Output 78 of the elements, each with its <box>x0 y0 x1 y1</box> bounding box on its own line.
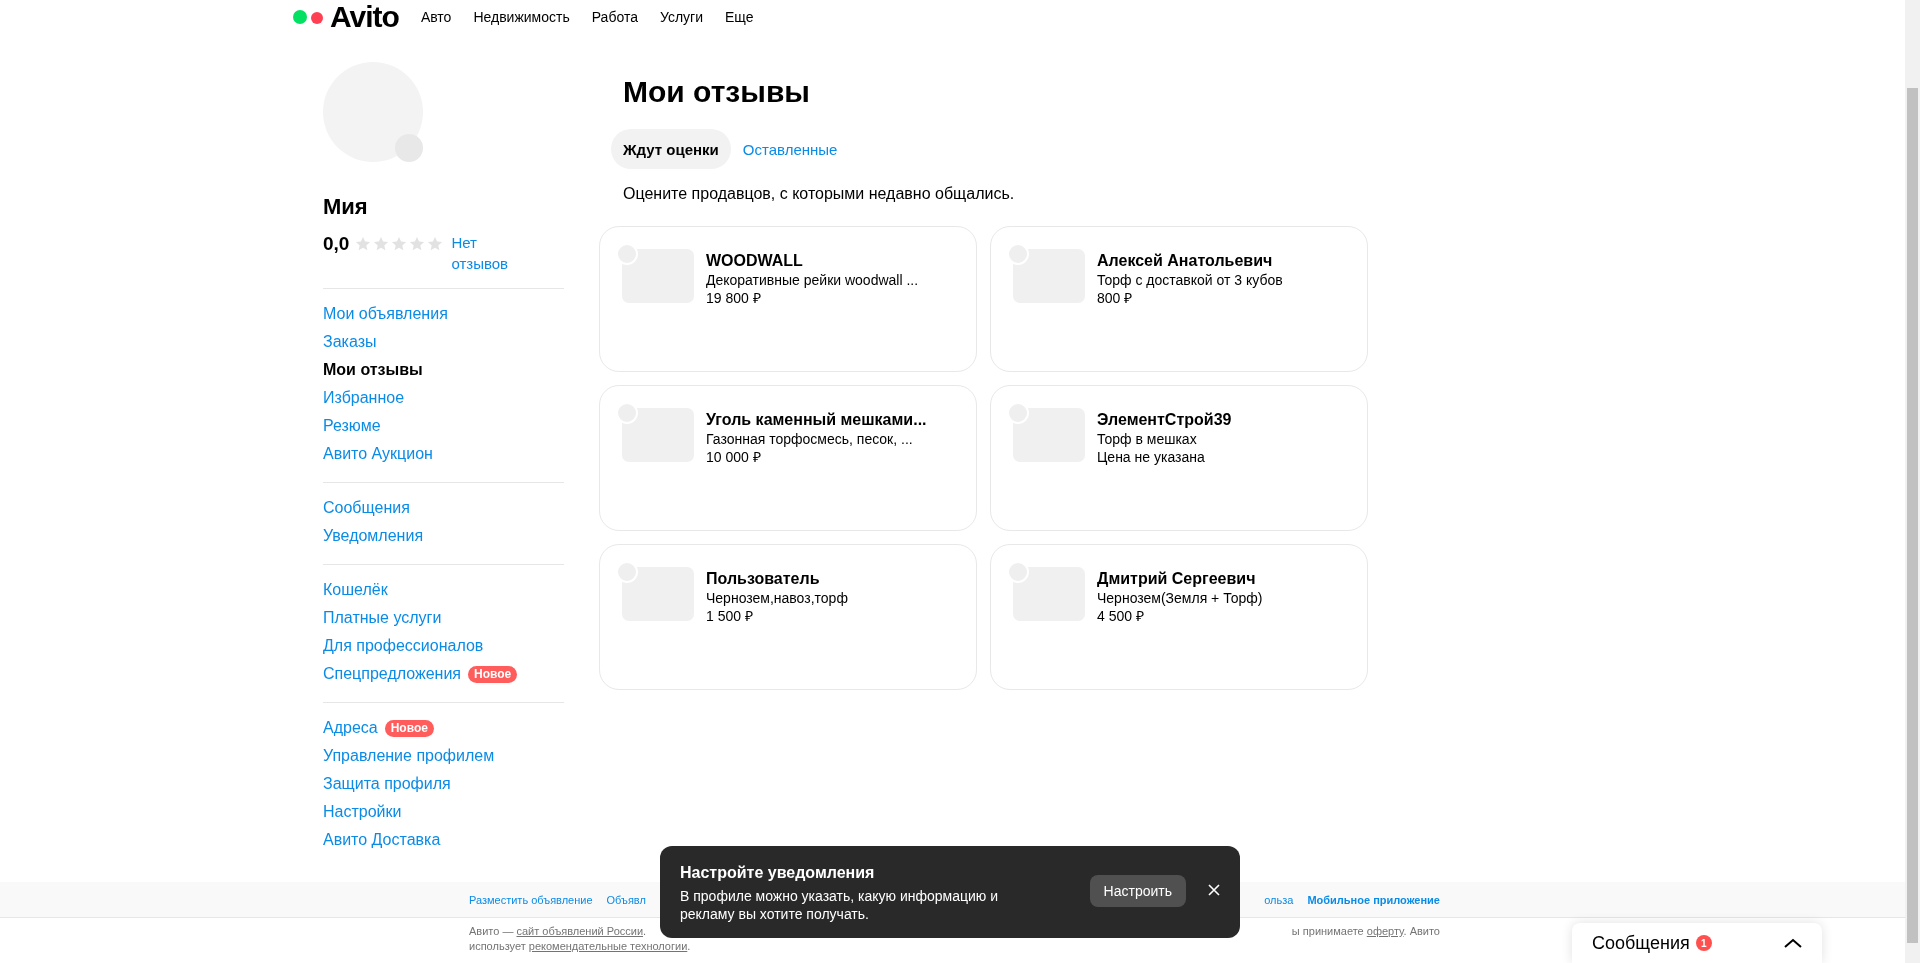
item-title: Газонная торфосмесь, песок, ... <box>706 430 914 448</box>
legal-text: использует рекомендательные технологии. <box>469 940 691 952</box>
sidebar-item[interactable]: Авито Доставка <box>323 831 441 849</box>
nav-link[interactable]: Авто <box>420 8 452 26</box>
item-price: 4 500 ₽ <box>1097 607 1145 625</box>
sidebar-item[interactable]: Управление профилем <box>323 747 495 765</box>
item-price: 1 500 ₽ <box>706 607 754 625</box>
seller-card[interactable]: WOODWALL Декоративные рейки woodwall ... 19 800 ₽ <box>599 226 977 372</box>
scrollbar-thumb[interactable] <box>1907 88 1918 943</box>
seller-name: WOODWALL <box>706 251 804 271</box>
toast-title: Настройте уведомления <box>680 863 876 883</box>
nav-link[interactable]: Услуги <box>659 8 703 26</box>
sidebar-item[interactable]: Платные услуги <box>323 609 442 627</box>
seller-name: ЭлементСтрой39 <box>1097 410 1232 430</box>
seller-card[interactable]: ЭлементСтрой39 Торф в мешках Цена не указана <box>990 385 1368 531</box>
sidebar-item[interactable]: Сообщения <box>323 499 410 517</box>
unread-count-badge: 1 <box>1695 935 1712 951</box>
star-icon <box>355 236 372 252</box>
item-price: 19 800 ₽ <box>706 289 762 307</box>
chevron-up-icon[interactable] <box>1784 938 1802 948</box>
seller-name: Пользователь <box>706 569 821 589</box>
legal-link[interactable]: оферту <box>1366 925 1404 937</box>
sidebar-item[interactable]: Защита профиля <box>323 775 451 793</box>
legal-text: ы принимаете оферту. Авито <box>1291 924 1440 939</box>
nav-link[interactable]: Работа <box>591 8 638 26</box>
sidebar-item[interactable]: Спецпредложения <box>323 665 461 683</box>
item-title: Торф с доставкой от 3 кубов <box>1097 271 1283 289</box>
seller-name: Алексей Анатольевич <box>1097 251 1274 271</box>
sidebar-item[interactable]: Заказы <box>323 333 377 351</box>
seller-name: Уголь каменный мешками... <box>706 410 927 430</box>
review-tab[interactable]: Оставленные <box>730 129 850 169</box>
description-text: Оцените продавцов, с которыми недавно общались. <box>623 185 1016 203</box>
item-price: 800 ₽ <box>1097 289 1134 307</box>
nav-link[interactable]: Недвижимость <box>473 8 570 26</box>
item-title: Чернозем,навоз,торф <box>706 589 848 607</box>
star-icon <box>391 236 408 252</box>
item-title: Декоративные рейки woodwall ... <box>706 271 919 289</box>
configure-button[interactable]: Настроить <box>1089 875 1186 907</box>
sidebar-item[interactable]: Адреса <box>323 719 378 737</box>
item-price: Цена не указана <box>1097 448 1206 466</box>
footer-link[interactable]: Объявл <box>606 893 646 906</box>
sidebar-item[interactable]: Кошелёк <box>323 581 388 599</box>
new-badge: Новое <box>384 719 434 737</box>
rating-value: 0,0 <box>323 232 350 256</box>
footer-link[interactable]: Разместить объявление <box>469 893 593 906</box>
footer-link[interactable]: Мобильное приложение <box>1307 893 1440 906</box>
seller-card[interactable]: Пользователь Чернозем,навоз,торф 1 500 ₽ <box>599 544 977 690</box>
seller-card[interactable]: Дмитрий Сергеевич Чернозем(Земля + Торф) 4 500 ₽ <box>990 544 1368 690</box>
sidebar-item[interactable]: Для профессионалов <box>323 637 484 655</box>
sidebar-item[interactable]: Авито Аукцион <box>323 445 433 463</box>
messages-widget[interactable]: Сообщения 1 <box>1572 923 1822 963</box>
seller-card[interactable]: Уголь каменный мешками... Газонная торфосмесь, песок, ... 10 000 ₽ <box>599 385 977 531</box>
close-icon[interactable] <box>1208 884 1220 896</box>
item-price: 10 000 ₽ <box>706 448 762 466</box>
sidebar-item[interactable]: Мои отзывы <box>323 361 423 379</box>
item-title: Чернозем(Земля + Торф) <box>1097 589 1263 607</box>
seller-name: Дмитрий Сергеевич <box>1097 569 1257 589</box>
review-tab[interactable]: Ждут оценки <box>611 129 731 169</box>
logo-text[interactable]: Avito <box>330 2 399 32</box>
sidebar-item[interactable]: Мои объявления <box>323 305 448 323</box>
star-icon <box>409 236 426 252</box>
toast-text: В профиле можно указать, какую информацию и рекламу вы хотите получать. <box>680 887 1000 923</box>
reviews-link[interactable]: Нет отзывов <box>451 232 524 274</box>
item-title: Торф в мешках <box>1097 430 1198 448</box>
star-icon <box>373 236 390 252</box>
sidebar-item[interactable]: Уведомления <box>323 527 424 545</box>
sidebar-item[interactable]: Настройки <box>323 803 402 821</box>
sidebar-item[interactable]: Избранное <box>323 389 405 407</box>
sidebar-item[interactable]: Резюме <box>323 417 381 435</box>
profile-name: Мия <box>323 194 369 220</box>
seller-card[interactable]: Алексей Анатольевич Торф с доставкой от 3 кубов 800 ₽ <box>990 226 1368 372</box>
new-badge: Новое <box>468 665 518 683</box>
messages-label: Сообщения <box>1592 932 1690 954</box>
star-icon <box>427 236 444 252</box>
legal-text: Авито — сайт объявлений России. <box>469 924 647 939</box>
footer-link[interactable]: ольза <box>1264 893 1294 906</box>
page-title: Мои отзывы <box>623 74 811 110</box>
nav-link[interactable]: Еще <box>725 8 754 26</box>
